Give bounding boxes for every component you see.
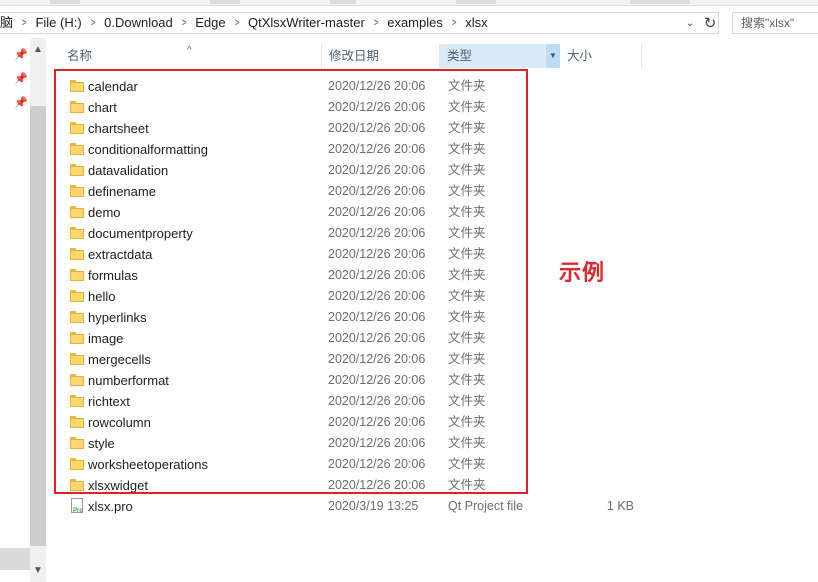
breadcrumb-separator-icon[interactable]: >: [178, 13, 190, 33]
breadcrumb-separator-icon[interactable]: >: [370, 13, 382, 33]
sort-ascending-icon: ^: [187, 45, 192, 56]
chevron-down-icon[interactable]: ▼: [546, 44, 560, 68]
tab-fragment: [210, 0, 240, 4]
navigation-pane[interactable]: 📌 📌 📌: [0, 38, 30, 582]
tab-fragment: [630, 0, 690, 4]
breadcrumb-separator-icon[interactable]: >: [87, 13, 99, 33]
tab-fragment: [330, 0, 356, 4]
column-header-label: 大小: [567, 49, 593, 63]
pin-icon[interactable]: 📌: [14, 72, 28, 85]
scroll-down-icon[interactable]: ▼: [30, 565, 46, 576]
file-name: xlsx.pro: [88, 499, 133, 514]
tab-fragment: [456, 0, 496, 4]
column-header-type[interactable]: 类型 ▼: [440, 44, 560, 68]
pin-icon[interactable]: 📌: [14, 48, 28, 61]
column-header-size[interactable]: 大小: [560, 44, 642, 68]
breadcrumb-separator-icon[interactable]: >: [18, 13, 30, 33]
column-header-label: 名称: [67, 49, 93, 63]
file-row[interactable]: Pro xlsx.pro 2020/3/19 13:25 Qt Project fil…: [60, 496, 680, 517]
breadcrumb-separator-icon[interactable]: >: [448, 13, 460, 33]
breadcrumb-item-computer[interactable]: 脑: [0, 13, 16, 33]
breadcrumb-item-drive[interactable]: File (H:): [32, 13, 84, 33]
file-type: Qt Project file: [448, 499, 524, 513]
highlight-box: [54, 69, 528, 494]
column-header-label: 类型: [447, 49, 473, 63]
nav-pane-selection[interactable]: [0, 548, 30, 570]
address-bar[interactable]: 脑 > File (H:) > 0.Download > Edge > QtXl…: [0, 12, 719, 34]
tab-fragment: [50, 0, 80, 4]
column-header-name[interactable]: ^ 名称: [60, 44, 322, 68]
breadcrumb: 脑 > File (H:) > 0.Download > Edge > QtXl…: [0, 13, 491, 33]
chevron-down-icon[interactable]: ⌄: [680, 13, 700, 33]
file-size: 1 KB: [606, 499, 634, 513]
top-strip: [0, 0, 818, 6]
annotation-label: 示例: [559, 260, 606, 285]
search-input[interactable]: 搜索"xlsx": [732, 12, 818, 34]
breadcrumb-item-examples[interactable]: examples: [384, 13, 446, 33]
column-header-date[interactable]: 修改日期: [322, 44, 440, 68]
pin-icon[interactable]: 📌: [14, 96, 28, 109]
column-header-label: 修改日期: [329, 49, 380, 63]
column-header: ^ 名称 修改日期 类型 ▼ 大小: [60, 44, 642, 68]
scroll-up-icon[interactable]: ▲: [30, 44, 46, 55]
breadcrumb-item-xlsx[interactable]: xlsx: [462, 13, 490, 33]
breadcrumb-item-qtxlsxwriter[interactable]: QtXlsxWriter-master: [245, 13, 368, 33]
breadcrumb-separator-icon[interactable]: >: [231, 13, 243, 33]
file-date: 2020/3/19 13:25: [328, 499, 419, 513]
breadcrumb-item-download[interactable]: 0.Download: [101, 13, 176, 33]
breadcrumb-item-edge[interactable]: Edge: [192, 13, 228, 33]
scrollbar-thumb[interactable]: [30, 106, 46, 546]
qt-project-file-icon: Pro: [70, 498, 84, 514]
refresh-icon[interactable]: ↻: [700, 13, 720, 33]
nav-scrollbar[interactable]: ▲ ▼: [30, 38, 46, 582]
